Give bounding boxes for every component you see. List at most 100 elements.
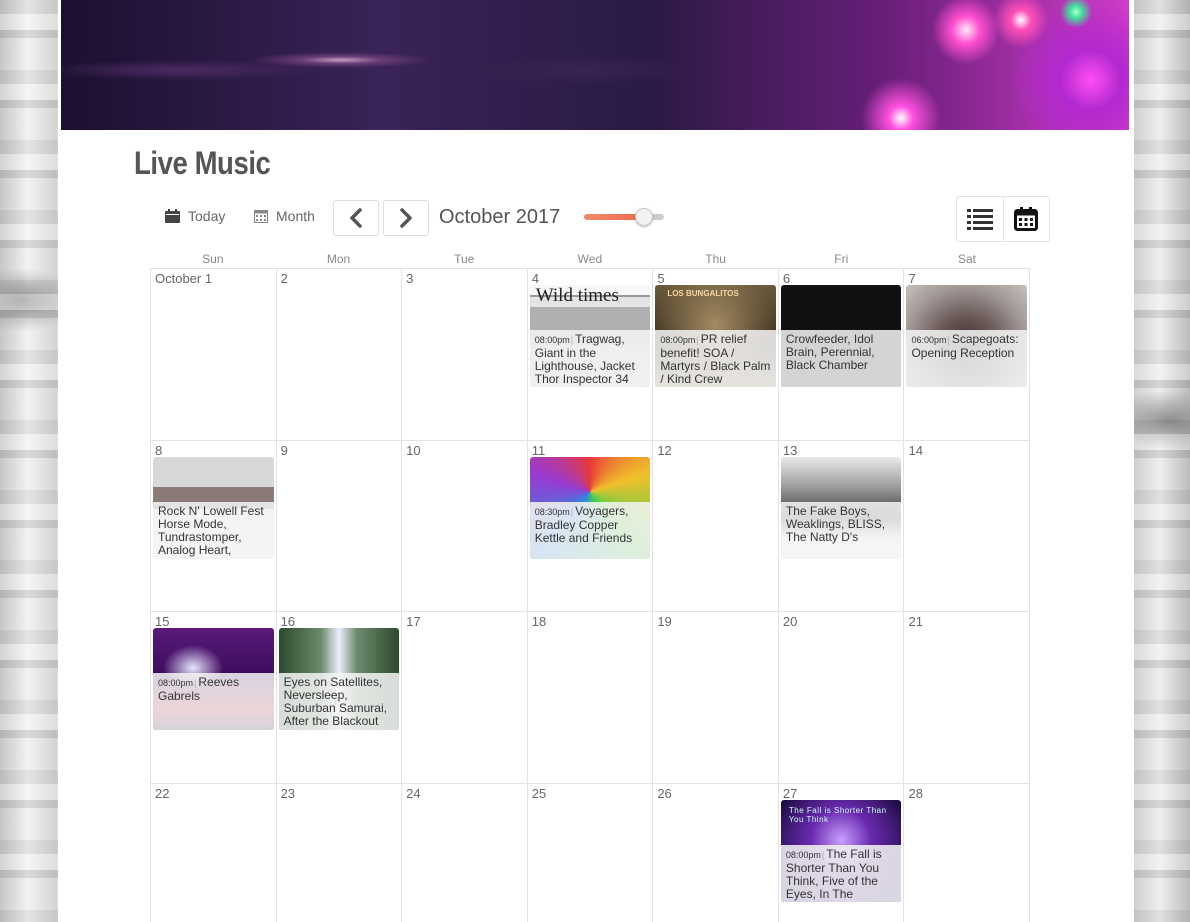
page-content: Live Music Today Month October 2017 Sun M…	[58, 0, 1134, 922]
day-number: 9	[280, 442, 288, 458]
week-row: 8 Rock N' Lowell Fest Horse Mode, Tundras…	[151, 440, 1031, 612]
weekday-header: Sun Mon Tue Wed Thu Fri Sat	[150, 252, 1030, 268]
day-number: 5	[657, 271, 665, 286]
day-number: 13	[782, 442, 798, 458]
day-cell[interactable]: 19	[653, 612, 779, 784]
week-row: 15 08:00pm| Reeves Gabrels 16 Eyes on Satell…	[151, 612, 1031, 784]
next-month-button[interactable]	[383, 200, 429, 236]
day-number: 3	[406, 271, 414, 286]
zoom-slider[interactable]	[584, 208, 664, 226]
day-cell[interactable]: 3	[402, 269, 528, 441]
today-button[interactable]: Today	[165, 208, 225, 224]
event-title[interactable]: Eyes on Satellites, Neversleep, Suburban…	[284, 675, 387, 728]
day-cell[interactable]: October 1	[151, 269, 277, 441]
event-card[interactable]: Eyes on Satellites, Neversleep, Suburban…	[278, 628, 400, 730]
calendar-view-button[interactable]	[1002, 197, 1050, 241]
event-caption: Crowfeeder, Idol Brain, Perennial, Black…	[780, 330, 902, 387]
day-cell[interactable]: 13 The Fake Boys, Weaklings, BLISS, The N…	[778, 440, 905, 612]
event-caption: 08:00pm| Reeves Gabrels	[153, 673, 274, 730]
day-cell[interactable]: 9	[276, 440, 403, 612]
calendar-icon	[165, 209, 180, 223]
event-title[interactable]: The Fake Boys, Weaklings, BLISS, The Nat…	[786, 504, 885, 544]
day-cell[interactable]: 17	[402, 612, 528, 784]
event-caption: 08:00pm| Tragwag, Giant in the Lighthouse…	[529, 330, 651, 387]
day-cell[interactable]: 4 Wild times 08:00pm| Tragwag, Giant in the…	[527, 269, 654, 441]
day-number: 8	[155, 442, 163, 458]
day-cell[interactable]: 21	[904, 612, 1031, 784]
weekday-fri: Fri	[834, 252, 849, 266]
day-number: 18	[531, 614, 547, 629]
slider-handle[interactable]	[635, 208, 653, 226]
previous-month-button[interactable]	[333, 200, 379, 236]
day-number: 26	[657, 785, 672, 801]
event-card[interactable]: Crowfeeder, Idol Brain, Perennial, Black…	[780, 285, 902, 387]
day-number: 2	[280, 271, 288, 286]
day-number: 7	[908, 271, 916, 286]
week-row: October 1 2 3 4 Wild times 08:00pm| Tragwag, G…	[151, 269, 1031, 441]
event-time: 08:30pm	[534, 506, 570, 517]
day-number: 16	[280, 614, 296, 629]
list-view-button[interactable]	[957, 197, 1003, 241]
day-cell[interactable]: 16 Eyes on Satellites, Neversleep, Suburb…	[276, 612, 403, 784]
event-time: 08:00pm	[660, 335, 696, 345]
day-cell[interactable]: 22	[151, 783, 277, 922]
event-time: 08:00pm	[785, 849, 821, 860]
day-cell[interactable]: 24	[402, 783, 528, 922]
weekday-thu: Thu	[705, 252, 726, 266]
event-card[interactable]: The Fall is Shorter Than You Think 08:00p…	[780, 799, 902, 902]
day-cell[interactable]: 20	[778, 612, 905, 784]
event-card[interactable]: The Fake Boys, Weaklings, BLISS, The Nat…	[780, 456, 902, 559]
event-time: 08:00pm	[158, 678, 194, 688]
day-cell[interactable]: 18	[527, 612, 654, 784]
background-photo-right	[1134, 0, 1190, 922]
event-time: 06:00pm	[911, 335, 947, 345]
event-card[interactable]: 06:00pm| Scapegoats: Opening Reception	[906, 285, 1028, 387]
day-cell[interactable]: 15 08:00pm| Reeves Gabrels	[151, 612, 277, 784]
day-cell[interactable]: 10	[402, 440, 528, 612]
weekday-wed: Wed	[577, 252, 603, 266]
day-cell[interactable]: 14	[904, 440, 1031, 612]
day-number: 4	[531, 271, 539, 286]
event-image-text: The Fall is Shorter Than You Think	[788, 805, 887, 824]
day-number: 27	[782, 785, 798, 801]
day-cell[interactable]: 12	[653, 440, 779, 612]
day-cell[interactable]: 6 Crowfeeder, Idol Brain, Perennial, Blac…	[778, 269, 905, 441]
day-number: 6	[782, 271, 791, 286]
event-card[interactable]: Wild times 08:00pm| Tragwag, Giant in the …	[529, 285, 651, 387]
calendar-grid: October 1 2 3 4 Wild times 08:00pm| Tragwag, G…	[150, 268, 1031, 922]
day-cell[interactable]: 5 LOS BUNGALITOS 08:00pm| PR relief benefit…	[653, 269, 779, 441]
day-cell[interactable]: 26	[653, 783, 779, 922]
event-title[interactable]: Rock N' Lowell Fest Horse Mode, Tundrast…	[158, 504, 264, 557]
day-cell[interactable]: 8 Rock N' Lowell Fest Horse Mode, Tundras…	[151, 440, 277, 612]
event-card[interactable]: LOS BUNGALITOS 08:00pm| PR relief benefit!…	[655, 285, 776, 387]
today-label: Today	[188, 208, 226, 224]
event-title[interactable]: Crowfeeder, Idol Brain, Perennial, Black…	[786, 332, 875, 372]
day-cell[interactable]: 2	[276, 269, 403, 441]
day-number: 20	[782, 614, 798, 629]
weekday-tue: Tue	[454, 252, 475, 266]
calendar-icon	[1014, 207, 1039, 231]
header-banner-photo	[61, 0, 1129, 130]
day-number: 11	[531, 442, 546, 458]
day-cell[interactable]: 28	[904, 783, 1031, 922]
event-image-text: LOS BUNGALITOS	[667, 289, 739, 298]
time-separator: |	[570, 335, 574, 345]
time-separator: |	[194, 678, 197, 688]
event-caption: Rock N' Lowell Fest Horse Mode, Tundrast…	[153, 501, 274, 559]
day-cell[interactable]: 25	[527, 783, 654, 922]
day-number: 28	[908, 785, 923, 801]
day-cell[interactable]: 27 The Fall is Shorter Than You Think 08:0…	[778, 783, 905, 922]
day-number: 22	[155, 785, 170, 801]
event-card[interactable]: Rock N' Lowell Fest Horse Mode, Tundrast…	[153, 456, 274, 559]
day-number: 15	[155, 614, 170, 629]
event-caption: 08:00pm| The Fall is Shorter Than You Thi…	[780, 844, 902, 902]
chevron-left-icon	[350, 208, 362, 228]
day-number: October 1	[155, 271, 213, 286]
event-card[interactable]: 08:00pm| Reeves Gabrels	[153, 628, 274, 730]
week-row: 22 23 24 25 26 27 The Fall is Shorter Than You…	[151, 783, 1031, 922]
day-cell[interactable]: 23	[276, 783, 403, 922]
day-cell[interactable]: 7 06:00pm| Scapegoats: Opening Reception	[904, 269, 1031, 441]
event-card[interactable]: 08:30pm| Voyagers, Bradley Copper Kettle …	[529, 456, 651, 559]
month-button[interactable]: Month	[254, 208, 315, 224]
day-cell[interactable]: 11 08:30pm| Voyagers, Bradley Copper Kettl…	[527, 440, 654, 612]
